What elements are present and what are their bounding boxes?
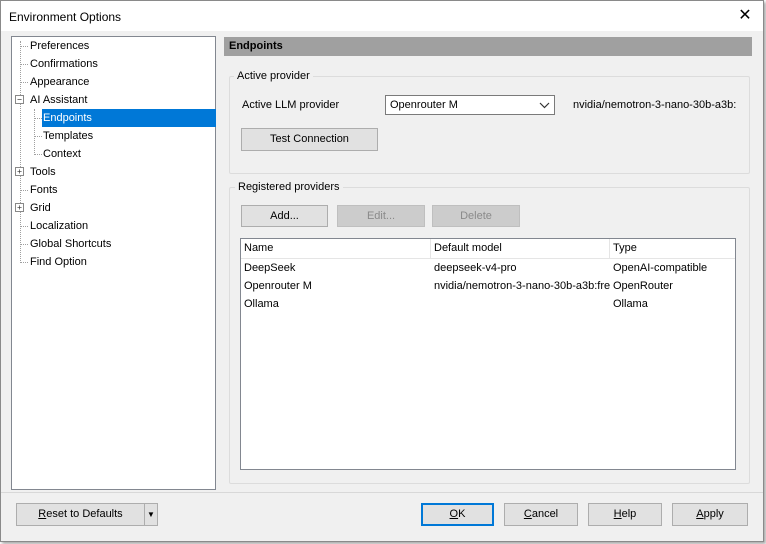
tree-item-fonts[interactable]: Fonts [28, 181, 60, 199]
reset-dropdown-icon[interactable]: ▼ [144, 503, 158, 526]
tree-line [20, 262, 28, 263]
provider-name-cell: DeepSeek [244, 262, 296, 274]
tree-line [20, 64, 28, 65]
column-header-name[interactable]: Name [241, 239, 431, 258]
active-llm-provider-label: Active LLM provider [242, 99, 340, 111]
provider-type-cell: Ollama [613, 298, 648, 310]
table-row[interactable]: Ollama Ollama [241, 295, 735, 313]
column-header-default-model[interactable]: Default model [431, 239, 610, 258]
tree-line [20, 82, 28, 83]
footer-separator [1, 492, 763, 493]
provider-name-cell: Openrouter M [244, 280, 312, 292]
tree-line [34, 154, 42, 155]
registered-providers-group-label: Registered providers [235, 181, 343, 193]
active-llm-provider-value: Openrouter M [390, 99, 458, 111]
tree-item-find-option[interactable]: Find Option [28, 253, 89, 271]
active-provider-group [229, 76, 750, 174]
window-title: Environment Options [9, 10, 122, 24]
active-provider-group-label: Active provider [234, 70, 313, 82]
table-row[interactable]: DeepSeek deepseek-v4-pro OpenAI-compatib… [241, 259, 735, 277]
provider-model-cell: nvidia/nemotron-3-nano-30b-a3b:fre [434, 280, 610, 292]
providers-list-header: Name Default model Type [241, 239, 735, 259]
options-tree: Preferences Confirmations Appearance − A… [11, 36, 216, 490]
provider-model-cell [431, 295, 610, 313]
reset-to-defaults-button[interactable]: Reset to Defaults [16, 503, 145, 526]
active-model-text: nvidia/nemotron-3-nano-30b-a3b: [573, 99, 737, 111]
tree-item-confirmations[interactable]: Confirmations [28, 55, 100, 73]
tree-item-endpoints[interactable]: Endpoints [42, 109, 216, 127]
add-provider-button[interactable]: Add... [241, 205, 328, 227]
column-header-type[interactable]: Type [610, 239, 735, 258]
tree-line [20, 190, 28, 191]
tree-item-grid[interactable]: Grid [28, 199, 53, 217]
tree-line [34, 109, 35, 155]
expand-icon[interactable]: + [15, 203, 24, 212]
tree-line [20, 41, 21, 263]
cancel-button[interactable]: Cancel [504, 503, 578, 526]
provider-name-cell: Ollama [244, 298, 279, 310]
expand-icon[interactable]: + [15, 167, 24, 176]
tree-line [20, 226, 28, 227]
collapse-icon[interactable]: − [15, 95, 24, 104]
delete-provider-button[interactable]: Delete [432, 205, 520, 227]
panel-title: Endpoints [224, 37, 752, 56]
active-llm-provider-select[interactable]: Openrouter M [385, 95, 555, 115]
test-connection-button[interactable]: Test Connection [241, 128, 378, 151]
tree-item-global-shortcuts[interactable]: Global Shortcuts [28, 235, 113, 253]
tree-item-appearance[interactable]: Appearance [28, 73, 91, 91]
tree-item-localization[interactable]: Localization [28, 217, 90, 235]
provider-type-cell: OpenAI-compatible [613, 262, 708, 274]
tree-item-tools[interactable]: Tools [28, 163, 58, 181]
edit-provider-button[interactable]: Edit... [337, 205, 425, 227]
provider-model-cell: deepseek-v4-pro [434, 262, 517, 274]
table-row[interactable]: Openrouter M nvidia/nemotron-3-nano-30b-… [241, 277, 735, 295]
chevron-down-icon [539, 98, 550, 115]
tree-item-context[interactable]: Context [42, 145, 82, 163]
apply-button[interactable]: Apply [672, 503, 748, 526]
tree-line [20, 244, 28, 245]
tree-line [34, 136, 42, 137]
ok-button[interactable]: OK [421, 503, 494, 526]
tree-item-ai-assistant[interactable]: AI Assistant [28, 91, 89, 109]
help-button[interactable]: Help [588, 503, 662, 526]
title-bar: Environment Options ✕ [1, 1, 763, 31]
tree-line [20, 46, 28, 47]
providers-list[interactable]: Name Default model Type DeepSeek deepsee… [240, 238, 736, 470]
tree-item-templates[interactable]: Templates [42, 127, 94, 145]
environment-options-dialog: Environment Options ✕ Preferences Confir… [0, 0, 764, 542]
tree-item-preferences[interactable]: Preferences [28, 37, 91, 55]
tree-line [34, 118, 42, 119]
close-icon[interactable]: ✕ [735, 7, 755, 25]
provider-type-cell: OpenRouter [613, 280, 673, 292]
